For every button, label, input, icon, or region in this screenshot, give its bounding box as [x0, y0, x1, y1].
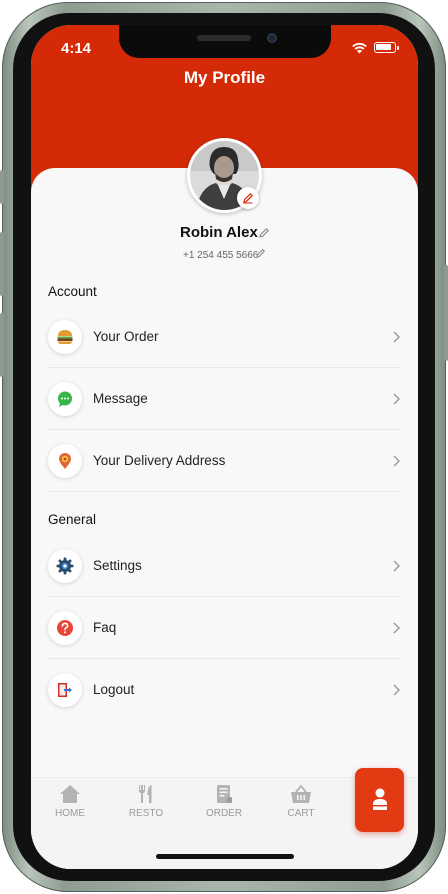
user-icon [372, 788, 387, 810]
divider [48, 491, 401, 492]
menu-item-label: Logout [93, 682, 135, 697]
menu-item-settings[interactable]: Settings [48, 535, 401, 597]
user-phone: +1 254 455 5666 [183, 250, 259, 261]
menu-item-label: Your Order [93, 329, 159, 344]
nav-label: RESTO [128, 808, 164, 819]
fork-knife-icon [139, 785, 152, 803]
icon-circle [48, 611, 82, 645]
home-indicator [156, 854, 294, 859]
gear-icon [56, 557, 74, 575]
notch [119, 25, 331, 58]
basket-icon [291, 784, 311, 803]
menu-item-message[interactable]: Message [48, 368, 401, 430]
chevron-right-icon [393, 560, 400, 572]
icon-circle [48, 444, 82, 478]
volume-up-button [0, 232, 4, 296]
nav-home[interactable]: HOME [40, 784, 100, 819]
chevron-right-icon [393, 331, 400, 343]
icon-circle [48, 549, 82, 583]
menu-item-logout[interactable]: Logout [48, 659, 401, 721]
question-icon [57, 620, 73, 636]
wifi-icon [352, 42, 367, 54]
icon-circle [48, 673, 82, 707]
nav-label: HOME [55, 808, 85, 819]
receipt-icon [217, 785, 232, 803]
chevron-right-icon [393, 622, 400, 634]
app-screen: 4:14 My Profile Robin Alex +1 254 455 56… [31, 25, 418, 869]
menu-item-label: Message [93, 391, 148, 406]
logout-icon [58, 683, 72, 697]
burger-icon [57, 330, 73, 344]
menu-item-delivery-address[interactable]: Your Delivery Address [48, 430, 401, 492]
status-time: 4:14 [61, 40, 92, 57]
icon-circle [48, 382, 82, 416]
speaker [197, 35, 251, 41]
menu-item-faq[interactable]: Faq [48, 597, 401, 659]
menu-item-label: Your Delivery Address [93, 453, 226, 468]
nav-resto[interactable]: RESTO [116, 784, 176, 819]
avatar-edit-button[interactable] [237, 187, 259, 209]
home-icon [60, 785, 80, 803]
menu-item-your-order[interactable]: Your Order [48, 306, 401, 368]
nav-order[interactable]: ORDER [194, 784, 254, 819]
icon-circle [48, 320, 82, 354]
nav-cart[interactable]: CART [271, 784, 331, 819]
map-pin-icon [59, 453, 71, 469]
section-title-general: General [48, 512, 97, 527]
chevron-right-icon [393, 393, 400, 405]
edit-name-pencil-icon[interactable] [258, 227, 270, 239]
user-name: Robin Alex [180, 224, 258, 241]
menu-item-label: Faq [93, 620, 117, 635]
avatar[interactable] [187, 138, 262, 213]
chevron-right-icon [393, 684, 400, 696]
battery-icon [374, 42, 399, 53]
chat-bubble-icon [58, 391, 72, 407]
chevron-right-icon [393, 455, 400, 467]
nav-label: CART [287, 808, 315, 819]
nav-label: ORDER [205, 808, 243, 819]
power-button [444, 265, 448, 361]
volume-down-button [0, 313, 4, 377]
nav-profile-active[interactable] [355, 768, 404, 832]
mute-switch [0, 170, 4, 204]
edit-phone-pencil-icon[interactable] [255, 248, 266, 259]
page-title: My Profile [183, 68, 266, 87]
pencil-icon [243, 192, 254, 204]
menu-item-label: Settings [93, 558, 142, 573]
front-camera [267, 33, 277, 43]
section-title-account: Account [48, 284, 97, 299]
